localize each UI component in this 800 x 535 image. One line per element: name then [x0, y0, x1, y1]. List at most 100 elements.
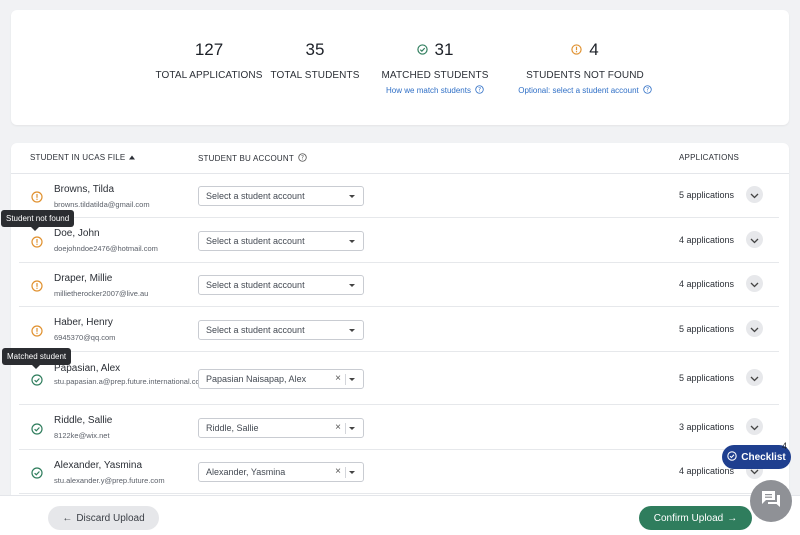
stat-matched-students: 31 MATCHED STUDENTS How we match student…: [375, 40, 495, 96]
student-name: Alexander, Yasmina: [54, 460, 143, 471]
table-row: Riddle, Sallie 8122ke@wix.net Riddle, Sall…: [19, 405, 779, 450]
how-we-match-text: How we match students: [386, 86, 471, 95]
student-name: Browns, Tilda: [54, 184, 115, 195]
table-row: Alexander, Yasmina stu.alexander.y@prep.f…: [19, 450, 779, 494]
chat-button[interactable]: [750, 480, 792, 522]
total-students-label: TOTAL STUDENTS: [270, 70, 360, 81]
student-account-select[interactable]: Select a student account: [198, 231, 364, 251]
chevron-down-icon: [750, 320, 759, 338]
students-not-found-label: STUDENTS NOT FOUND: [526, 70, 644, 81]
matched-value-row: 31: [375, 40, 495, 60]
student-name: Doe, John: [54, 228, 100, 239]
student-name: Draper, Millie: [54, 273, 113, 284]
applications-count: 3 applications: [679, 422, 735, 432]
student-account-value: Alexander, Yasmina: [206, 467, 286, 477]
expand-row-button[interactable]: [746, 275, 763, 292]
caret-down-icon: [349, 427, 355, 430]
students-table: STUDENT IN UCAS FILE STUDENT BU ACCOUNT …: [11, 143, 789, 495]
applications-count: 5 applications: [679, 373, 735, 383]
how-we-match-link[interactable]: How we match students ?: [375, 85, 495, 96]
svg-text:?: ?: [478, 88, 481, 94]
help-icon: ?: [643, 85, 652, 96]
caret-down-icon: [349, 284, 355, 287]
student-account-value: Riddle, Sallie: [206, 423, 259, 433]
header-account-label: STUDENT BU ACCOUNT: [198, 154, 294, 163]
student-account-select[interactable]: Select a student account: [198, 320, 364, 340]
chevron-down-icon: [750, 231, 759, 249]
clear-selection-icon[interactable]: ×: [335, 373, 341, 384]
clear-selection-icon[interactable]: ×: [335, 422, 341, 433]
discard-upload-label: Discard Upload: [76, 512, 145, 524]
select-separator: [345, 423, 346, 434]
student-account-select[interactable]: Riddle, Sallie ×: [198, 418, 364, 438]
confirm-upload-button[interactable]: Confirm Upload →: [639, 506, 752, 530]
checklist-button[interactable]: Checklist: [722, 445, 791, 469]
applications-count: 5 applications: [679, 190, 735, 200]
total-applications-value: 127: [194, 40, 224, 59]
chat-bubble-icon: [760, 489, 782, 514]
student-email: millietherocker2007@live.au: [54, 289, 149, 298]
tooltip-student-not-found: Student not found: [1, 210, 75, 231]
confirm-upload-label: Confirm Upload: [653, 512, 724, 524]
matched-students-label: MATCHED STUDENTS: [381, 70, 489, 81]
expand-row-button[interactable]: [746, 418, 763, 435]
svg-text:?: ?: [301, 156, 304, 162]
footer-bar: ← Discard Upload Confirm Upload →: [0, 495, 800, 535]
caret-down-icon: [349, 471, 355, 474]
chevron-down-icon: [750, 369, 759, 387]
student-email: 6945370@qq.com: [54, 333, 116, 342]
total-students-value: 35: [305, 40, 325, 59]
table-row: Papasian, Alex stu.papasian.a@prep.future…: [19, 352, 779, 405]
expand-row-button[interactable]: [746, 369, 763, 386]
arrow-left-icon: ←: [62, 512, 73, 524]
student-account-select[interactable]: Papasian Naisapap, Alex ×: [198, 369, 364, 389]
students-not-found-value: 4: [589, 40, 599, 59]
header-student-label: STUDENT IN UCAS FILE: [30, 153, 126, 162]
stat-students-not-found: 4 STUDENTS NOT FOUND Optional: select a …: [505, 40, 665, 96]
header-bu-account: STUDENT BU ACCOUNT ?: [198, 153, 307, 164]
expand-row-button[interactable]: [746, 186, 763, 203]
caret-down-icon: [349, 195, 355, 198]
sort-ascending-icon: [129, 153, 136, 162]
checklist-label: Checklist: [741, 451, 786, 463]
stat-total-students: 35 TOTAL STUDENTS: [265, 40, 365, 81]
caret-down-icon: [349, 329, 355, 332]
select-student-account-link[interactable]: Optional: select a student account ?: [505, 85, 665, 96]
expand-row-button[interactable]: [746, 231, 763, 248]
student-account-select[interactable]: Select a student account: [198, 186, 364, 206]
chevron-down-icon: [750, 186, 759, 204]
svg-text:?: ?: [646, 88, 649, 94]
checklist-count-badge: 4: [782, 441, 788, 451]
table-row: Doe, John doejohndoe2476@hotmail.com Selec…: [19, 218, 779, 263]
student-name: Riddle, Sallie: [54, 415, 113, 426]
help-icon: ?: [475, 85, 484, 96]
student-account-select[interactable]: Select a student account: [198, 275, 364, 295]
discard-upload-button[interactable]: ← Discard Upload: [48, 506, 159, 530]
applications-count: 5 applications: [679, 324, 735, 334]
stat-total-applications: 127 TOTAL APPLICATIONS: [139, 40, 279, 81]
total-applications-label: TOTAL APPLICATIONS: [155, 70, 263, 81]
select-separator: [345, 467, 346, 478]
clear-selection-icon[interactable]: ×: [335, 466, 341, 477]
warning-circle-icon: [571, 40, 582, 60]
check-circle-icon: [416, 40, 428, 60]
student-account-value: Select a student account: [206, 191, 305, 201]
student-email: stu.papasian.a@prep.future.international…: [54, 377, 206, 386]
table-row: Browns, Tilda browns.tildatilda@gmail.com…: [19, 174, 779, 218]
applications-count: 4 applications: [679, 279, 735, 289]
header-student-in-ucas-file[interactable]: STUDENT IN UCAS FILE: [30, 153, 136, 162]
table-header: STUDENT IN UCAS FILE STUDENT BU ACCOUNT …: [11, 143, 789, 174]
student-email: browns.tildatilda@gmail.com: [54, 200, 150, 209]
chevron-down-icon: [750, 275, 759, 293]
student-email: stu.alexander.y@prep.future.com: [54, 476, 165, 485]
tooltip-matched-student: Matched student: [2, 348, 72, 369]
student-account-select[interactable]: Alexander, Yasmina ×: [198, 462, 364, 482]
student-email: doejohndoe2476@hotmail.com: [54, 244, 158, 253]
chevron-down-icon: [750, 418, 759, 436]
arrow-right-icon: →: [727, 512, 738, 524]
expand-row-button[interactable]: [746, 320, 763, 337]
warning-circle-icon: [31, 235, 43, 253]
summary-card: 127 TOTAL APPLICATIONS 35 TOTAL STUDENTS…: [11, 10, 789, 125]
table-row: Haber, Henry 6945370@qq.com Select a stude…: [19, 307, 779, 352]
help-icon[interactable]: ?: [298, 153, 307, 164]
